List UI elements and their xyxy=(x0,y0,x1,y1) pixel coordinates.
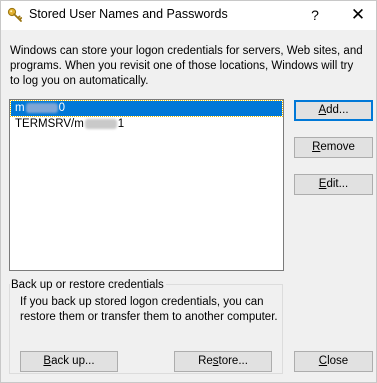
intro-text: Windows can store your logon credentials… xyxy=(10,45,363,87)
redacted-text xyxy=(84,118,117,129)
stored-credentials-dialog: Stored User Names and Passwords ? ✕ Wind… xyxy=(0,0,377,383)
window-title: Stored User Names and Passwords xyxy=(29,7,228,21)
group-title: Back up or restore credentials xyxy=(10,278,166,292)
list-item[interactable]: TERMSRV/m 1 xyxy=(11,117,282,132)
add-button[interactable]: Add... xyxy=(294,100,373,121)
close-button[interactable]: Close xyxy=(294,351,373,372)
edit-button[interactable]: Edit... xyxy=(294,174,373,195)
close-window-button[interactable]: ✕ xyxy=(347,5,369,25)
credential-name-suffix: 0 xyxy=(58,102,65,114)
backup-button[interactable]: Back up... xyxy=(20,351,118,372)
restore-button[interactable]: Restore... xyxy=(174,351,272,372)
list-item[interactable]: m0 xyxy=(10,100,283,117)
key-icon xyxy=(7,7,23,23)
credentials-list[interactable]: m0 TERMSRV/m 1 xyxy=(9,99,284,271)
remove-button[interactable]: Remove xyxy=(294,137,373,158)
group-description: If you back up stored logon credentials,… xyxy=(20,296,278,323)
credential-name-prefix: TERMSRV/m xyxy=(15,118,84,130)
redacted-text xyxy=(25,102,58,113)
credential-name-prefix: m xyxy=(15,102,25,114)
title-bar: Stored User Names and Passwords ? ✕ xyxy=(1,1,376,30)
credential-name-suffix: 1 xyxy=(117,118,125,130)
help-button[interactable]: ? xyxy=(305,5,325,25)
